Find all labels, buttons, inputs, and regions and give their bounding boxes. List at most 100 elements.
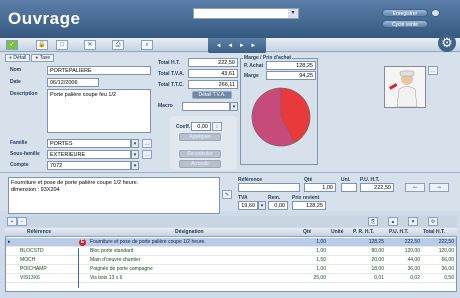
lock-icon[interactable]: 🔒 <box>36 40 48 50</box>
new-doc-icon[interactable]: □ <box>56 40 68 50</box>
appliquer-button[interactable]: Appliquer <box>179 133 221 141</box>
cell-reference: BLOCSTD <box>20 248 44 254</box>
ouvrage-badge-icon: E <box>79 239 86 246</box>
help-icon[interactable] <box>431 9 440 17</box>
cell-reference: MOCH <box>20 257 36 263</box>
achat-field: 128,25 <box>266 61 316 70</box>
cell-total: 66,00 <box>441 257 454 263</box>
famille-browse-icon[interactable]: … <box>142 139 152 148</box>
sous-famille-browse-icon[interactable]: … <box>142 150 152 159</box>
cell-prht: 18,00 <box>371 266 384 272</box>
gear-icon[interactable]: ⚙ <box>438 34 456 52</box>
cell-designation: Vis bois 13 x 6 <box>90 275 123 281</box>
cell-reference: POICHAMP <box>20 266 47 272</box>
description-field[interactable]: Porte palière coupe feu 1/2 <box>47 89 151 133</box>
col-puht[interactable]: P.U. H.T. <box>389 229 408 235</box>
reference-field[interactable] <box>238 183 300 192</box>
description-label: Description <box>10 91 38 97</box>
prix-revient-field[interactable]: 128,25 <box>292 201 326 210</box>
photo-browse-icon[interactable]: … <box>428 66 438 75</box>
famille-dropdown[interactable]: ▾ <box>131 139 139 148</box>
macro-field[interactable] <box>182 102 230 111</box>
col-qte[interactable]: Qté <box>303 229 311 235</box>
tab-bar: ● Détail ● Taxe <box>5 54 55 62</box>
coeff-field[interactable]: 0,00 <box>191 122 211 131</box>
table-row[interactable]: BLOCSTD Bloc porte standard 1,00 80,00 120,0… <box>6 247 456 256</box>
cell-prht: 80,00 <box>371 248 384 254</box>
row-selector-icon: ▸ <box>8 239 11 245</box>
table-row[interactable]: ▸ E Fourniture et pose de porte palière co… <box>6 238 456 247</box>
tab-taxe[interactable]: ● Taxe <box>31 54 55 62</box>
worker-image <box>385 67 425 108</box>
macro-dropdown[interactable]: ▾ <box>230 102 238 111</box>
total-tva-label: Total T.V.A. <box>158 71 185 77</box>
famille-field[interactable]: PORTES <box>47 139 131 148</box>
macro-label: Macro <box>158 103 173 109</box>
cell-puht: 120,00 <box>404 248 420 254</box>
divider <box>0 172 460 173</box>
qte-field[interactable]: 1,00 <box>304 183 336 192</box>
cell-total: 0,50 <box>444 275 454 281</box>
cycle-vente-button[interactable]: Cycle vente <box>382 20 428 28</box>
total-ht-label: Total H.T. <box>158 60 180 66</box>
unite-field[interactable] <box>341 183 357 192</box>
col-unite[interactable]: Unité <box>331 229 344 235</box>
nom-label: Nom <box>10 67 22 73</box>
designation-field[interactable]: Fourniture et pose de porte palière coup… <box>8 177 220 214</box>
tva-dropdown[interactable]: ▾ <box>258 201 266 210</box>
sous-famille-dropdown[interactable]: ▾ <box>131 150 139 159</box>
nom-field[interactable]: PORTEPALIERE <box>47 66 151 75</box>
cell-qte: 25,00 <box>313 275 326 281</box>
table-row[interactable]: POICHAMP Poignée de porte campagne 1,00 18,… <box>6 265 456 274</box>
table-row[interactable]: VIS13X6 Vis bois 13 x 6 25,00 0,01 0,02 0,50 <box>6 274 456 283</box>
cell-designation: Fourniture et pose de porte palière coup… <box>90 239 206 245</box>
sous-famille-field[interactable]: EXTERIEURE <box>47 150 131 159</box>
tab-detail[interactable]: ● Détail <box>5 54 31 62</box>
cell-total: 120,00 <box>438 248 454 254</box>
compte-dropdown[interactable]: ▾ <box>131 161 139 170</box>
grid-settings-icon[interactable]: ⚙ <box>428 217 438 226</box>
rem-field[interactable]: 0,00 <box>268 201 288 210</box>
col-prht[interactable]: P. R. H.T. <box>353 229 374 235</box>
delete-icon[interactable]: ✕ <box>84 40 96 50</box>
coeff-label: Coeff. <box>176 124 191 130</box>
top-select[interactable]: ▾ <box>193 8 299 19</box>
arrondir-button[interactable]: Arrondir <box>179 160 221 168</box>
date-field[interactable]: 06/12/2006 <box>47 78 99 87</box>
detail-icon: ● <box>9 55 13 61</box>
tva-field[interactable]: 19,60 <box>238 201 258 210</box>
total-ttc-field: 266,11 <box>188 80 238 89</box>
grid-move-down-icon[interactable]: ▼ <box>408 217 418 226</box>
grid-move-up-icon[interactable]: ▲ <box>388 217 398 226</box>
print-icon[interactable]: ⎙ <box>112 40 124 50</box>
cell-reference: VIS13X6 <box>20 275 40 281</box>
total-ht-field: 222,50 <box>188 58 238 67</box>
cell-puht: 222,50 <box>404 239 420 245</box>
date-label: Date <box>10 79 21 85</box>
enregistrer-button[interactable]: Enregistrer <box>382 9 428 17</box>
compte-field[interactable]: 7072 <box>47 161 131 170</box>
grid-add-icon[interactable]: + <box>7 217 17 226</box>
re-calculer-button[interactable]: Re-calculer <box>179 150 221 158</box>
back-arrow-icon[interactable]: ⇐ <box>405 183 425 192</box>
col-reference[interactable]: Référence <box>27 229 51 235</box>
record-navigation[interactable]: ◄ ◄ ► ► <box>208 38 266 54</box>
grid-remove-icon[interactable]: − <box>17 217 27 226</box>
col-total[interactable]: Total H.T. <box>423 229 445 235</box>
cell-total: 36,00 <box>441 266 454 272</box>
table-row[interactable]: MOCH Main d'oeuvre chantier 1,50 20,00 44,00… <box>6 256 456 265</box>
product-photo <box>384 66 426 108</box>
puht-field[interactable]: 222,50 <box>360 183 394 192</box>
forward-arrow-icon[interactable]: ⇒ <box>429 183 449 192</box>
coeff-step-icon[interactable]: ↕ <box>212 122 222 131</box>
detail-tva-button[interactable]: Détail T.V.A. <box>192 91 232 99</box>
cell-prht: 0,01 <box>374 275 384 281</box>
cell-designation: Main d'oeuvre chantier <box>90 257 141 263</box>
tree-connector <box>78 248 79 288</box>
search-icon[interactable]: ⌕ <box>141 40 153 50</box>
designation-edit-icon[interactable]: ✎ <box>222 190 232 199</box>
validate-icon[interactable]: ✓ <box>6 40 18 50</box>
col-designation[interactable]: Désignation <box>175 229 204 235</box>
cell-puht: 36,00 <box>407 266 420 272</box>
grid-copy-icon[interactable]: ⎘ <box>368 217 378 226</box>
